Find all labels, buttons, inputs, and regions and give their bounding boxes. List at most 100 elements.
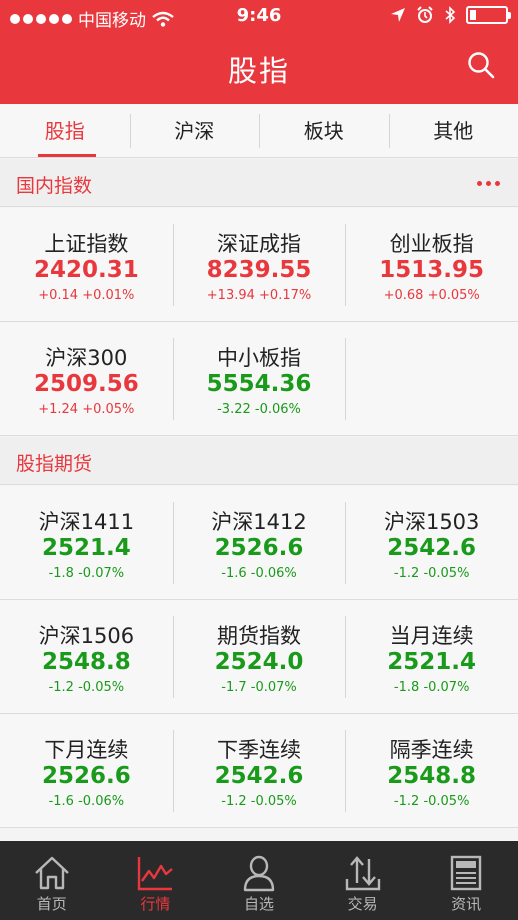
futures-change: -1.6 [221, 566, 247, 581]
index-cell[interactable]: 深证成指 8239.55 +13.94 +0.17% [172, 208, 346, 321]
section-title: 股指期货 [16, 453, 93, 475]
index-value: 8239.55 [206, 257, 312, 283]
index-change-pct: -0.06% [254, 402, 301, 417]
futures-cell[interactable]: 下月连续 2526.6 -1.6 -0.06% [0, 714, 173, 827]
transfer-arrows-icon [345, 856, 380, 891]
futures-change-pct: -0.07% [423, 680, 470, 695]
bottom-tab-bar: 首页 行情 自选 交易 资讯 [0, 841, 518, 920]
index-cell[interactable]: 创业板指 1513.95 +0.68 +0.05% [345, 208, 518, 321]
battery-icon [466, 6, 511, 24]
futures-row: 沪深1506 2548.8 -1.2 -0.05% 期货指数 2524.0 -1… [0, 600, 518, 714]
tabbar-market[interactable]: 行情 [104, 841, 208, 920]
index-cell[interactable]: 上证指数 2420.31 +0.14 +0.01% [0, 208, 173, 321]
tab-sector[interactable]: 板块 [259, 104, 389, 157]
tabbar-watchlist[interactable]: 自选 [207, 841, 311, 920]
futures-name: 沪深1506 [38, 624, 135, 648]
futures-cell[interactable]: 沪深1412 2526.6 -1.6 -0.06% [172, 486, 346, 599]
futures-cell[interactable]: 沪深1411 2521.4 -1.8 -0.07% [0, 486, 173, 599]
tab-stock-index[interactable]: 股指 [0, 104, 130, 157]
futures-change-pct: -0.06% [250, 566, 297, 581]
index-value: 1513.95 [379, 257, 485, 283]
tabbar-label: 资讯 [451, 895, 482, 913]
futures-change-pct: -0.06% [78, 794, 125, 809]
futures-row: 下月连续 2526.6 -1.6 -0.06% 下季连续 2542.6 -1.2… [0, 714, 518, 828]
tabbar-trade[interactable]: 交易 [311, 841, 415, 920]
tab-other[interactable]: 其他 [388, 104, 518, 157]
more-icon[interactable] [477, 181, 500, 186]
index-name: 创业板指 [389, 232, 474, 256]
market-chart-icon [138, 857, 174, 891]
futures-change-pct: -0.05% [423, 794, 470, 809]
futures-value: 2548.8 [41, 649, 131, 675]
index-change: -3.22 [217, 402, 251, 417]
futures-change-pct: -0.05% [78, 680, 125, 695]
futures-cell[interactable]: 沪深1503 2542.6 -1.2 -0.05% [345, 486, 518, 599]
section-title: 国内指数 [16, 175, 93, 197]
home-icon [34, 856, 69, 890]
tabbar-home[interactable]: 首页 [0, 841, 104, 920]
empty-cell [345, 322, 518, 435]
futures-change: -1.8 [48, 566, 74, 581]
tabbar-label: 自选 [243, 895, 274, 913]
index-name: 深证成指 [217, 232, 301, 256]
alarm-icon [417, 6, 433, 23]
app-header: 中国移动 9:46 股指 [0, 0, 518, 104]
index-name: 上证指数 [44, 232, 129, 256]
location-arrow-icon [391, 8, 405, 22]
index-change-pct: +0.17% [259, 288, 312, 303]
news-icon [450, 855, 482, 891]
index-change: +1.24 [38, 402, 79, 417]
index-value: 5554.36 [206, 371, 312, 397]
index-change: +13.94 [206, 288, 255, 303]
category-tabs: 股指 沪深 板块 其他 [0, 104, 518, 158]
futures-change-pct: -0.07% [78, 566, 125, 581]
futures-value: 2542.6 [387, 535, 477, 561]
tab-hushen[interactable]: 沪深 [129, 104, 260, 157]
futures-name: 沪深1503 [383, 510, 480, 534]
futures-value: 2521.4 [41, 535, 131, 561]
section-domestic-header: 国内指数 [0, 159, 518, 207]
futures-change: -1.7 [221, 680, 247, 695]
futures-name: 隔季连续 [389, 738, 474, 762]
index-value: 2420.31 [33, 257, 139, 283]
tabbar-label: 行情 [140, 895, 171, 913]
section-futures-header: 股指期货 [0, 437, 518, 485]
futures-change: -1.2 [393, 566, 420, 581]
futures-change: -1.2 [48, 680, 74, 695]
futures-value: 2521.4 [387, 649, 477, 675]
index-value: 2509.56 [33, 371, 139, 397]
futures-cell[interactable]: 下季连续 2542.6 -1.2 -0.05% [172, 714, 346, 827]
index-change-pct: +0.05% [82, 402, 135, 417]
futures-value: 2548.8 [387, 763, 477, 789]
index-row: 沪深300 2509.56 +1.24 +0.05% 中小板指 5554.36 … [0, 322, 518, 436]
futures-value: 2542.6 [214, 763, 304, 789]
tabbar-label: 首页 [36, 895, 67, 913]
futures-name: 期货指数 [217, 624, 301, 648]
search-icon[interactable] [466, 50, 496, 80]
tabbar-news[interactable]: 资讯 [414, 841, 518, 920]
index-name: 中小板指 [217, 346, 301, 370]
index-change: +0.14 [38, 288, 79, 303]
index-change: +0.68 [383, 288, 424, 303]
futures-change-pct: -0.05% [423, 566, 470, 581]
tabbar-label: 交易 [347, 895, 378, 913]
futures-cell[interactable]: 当月连续 2521.4 -1.8 -0.07% [345, 600, 518, 713]
futures-change: -1.2 [393, 794, 420, 809]
bluetooth-icon [445, 6, 456, 24]
futures-value: 2526.6 [41, 763, 131, 789]
futures-value: 2524.0 [214, 649, 304, 675]
futures-cell[interactable]: 沪深1506 2548.8 -1.2 -0.05% [0, 600, 173, 713]
index-change-pct: +0.05% [427, 288, 480, 303]
index-cell[interactable]: 沪深300 2509.56 +1.24 +0.05% [0, 322, 173, 435]
futures-cell[interactable]: 期货指数 2524.0 -1.7 -0.07% [172, 600, 346, 713]
futures-change: -1.2 [221, 794, 247, 809]
futures-row: 沪深1411 2521.4 -1.8 -0.07% 沪深1412 2526.6 … [0, 486, 518, 600]
index-change-pct: +0.01% [82, 288, 135, 303]
futures-change-pct: -0.07% [250, 680, 297, 695]
futures-change-pct: -0.05% [250, 794, 297, 809]
futures-change: -1.6 [48, 794, 74, 809]
index-cell[interactable]: 中小板指 5554.36 -3.22 -0.06% [172, 322, 346, 435]
index-row: 上证指数 2420.31 +0.14 +0.01% 深证成指 8239.55 +… [0, 208, 518, 322]
futures-cell[interactable]: 隔季连续 2548.8 -1.2 -0.05% [345, 714, 518, 827]
status-bar: 中国移动 9:46 [0, 0, 518, 34]
